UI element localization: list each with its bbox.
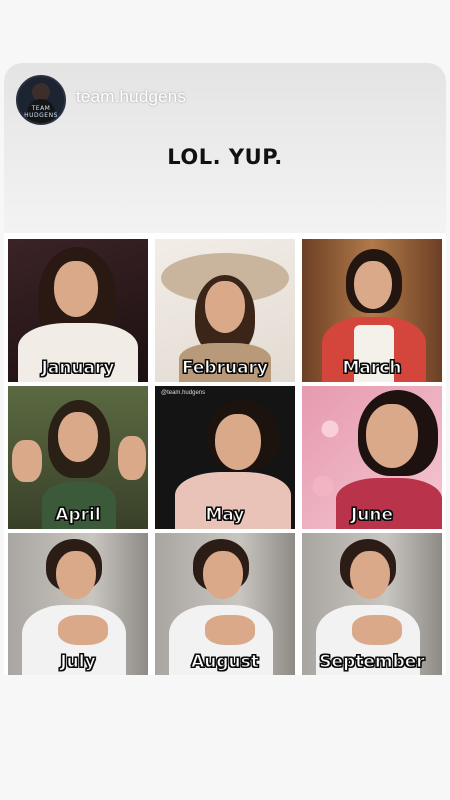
month-label: February <box>181 358 269 379</box>
month-label: April <box>55 505 101 526</box>
face-shape <box>354 261 392 309</box>
face-shape <box>215 414 261 470</box>
month-tile-august: August <box>155 533 295 675</box>
face-shape <box>205 281 245 333</box>
face-shape <box>56 551 96 599</box>
face-shape <box>366 404 418 468</box>
arm-shape <box>58 615 108 645</box>
month-label: March <box>342 358 402 379</box>
month-tile-april: April <box>8 386 148 529</box>
month-tile-july: July <box>8 533 148 675</box>
month-tile-june: June <box>302 386 442 529</box>
post-caption: LOL. YUP. <box>167 145 283 169</box>
month-label: May <box>205 505 245 526</box>
month-label: July <box>60 652 96 673</box>
face-shape <box>54 261 98 317</box>
profile-avatar[interactable]: TEAM HUDGENS <box>16 75 66 125</box>
month-label: September <box>319 652 425 673</box>
post-header: TEAM HUDGENS team.hudgens LOL. YUP. <box>4 63 446 233</box>
post-username[interactable]: team.hudgens <box>76 87 186 107</box>
face-shape <box>350 551 390 599</box>
month-label: January <box>41 358 115 379</box>
month-tile-september: September <box>302 533 442 675</box>
month-tile-may: @team.hudgens May <box>155 386 295 529</box>
month-tile-february: February <box>155 239 295 382</box>
arm-shape <box>205 615 255 645</box>
month-tile-march: March <box>302 239 442 382</box>
left-hand <box>12 440 42 482</box>
meme-grid: January February March April @team.hudge… <box>8 239 442 675</box>
story-post-card: TEAM HUDGENS team.hudgens LOL. YUP. Janu… <box>4 63 446 675</box>
arm-shape <box>352 615 402 645</box>
month-tile-january: January <box>8 239 148 382</box>
month-label: August <box>191 652 260 673</box>
avatar-logo-text: TEAM HUDGENS <box>24 105 58 119</box>
face-shape <box>58 412 98 462</box>
image-watermark: @team.hudgens <box>161 390 206 396</box>
month-label: June <box>350 505 394 526</box>
right-hand <box>118 436 146 480</box>
face-shape <box>203 551 243 599</box>
